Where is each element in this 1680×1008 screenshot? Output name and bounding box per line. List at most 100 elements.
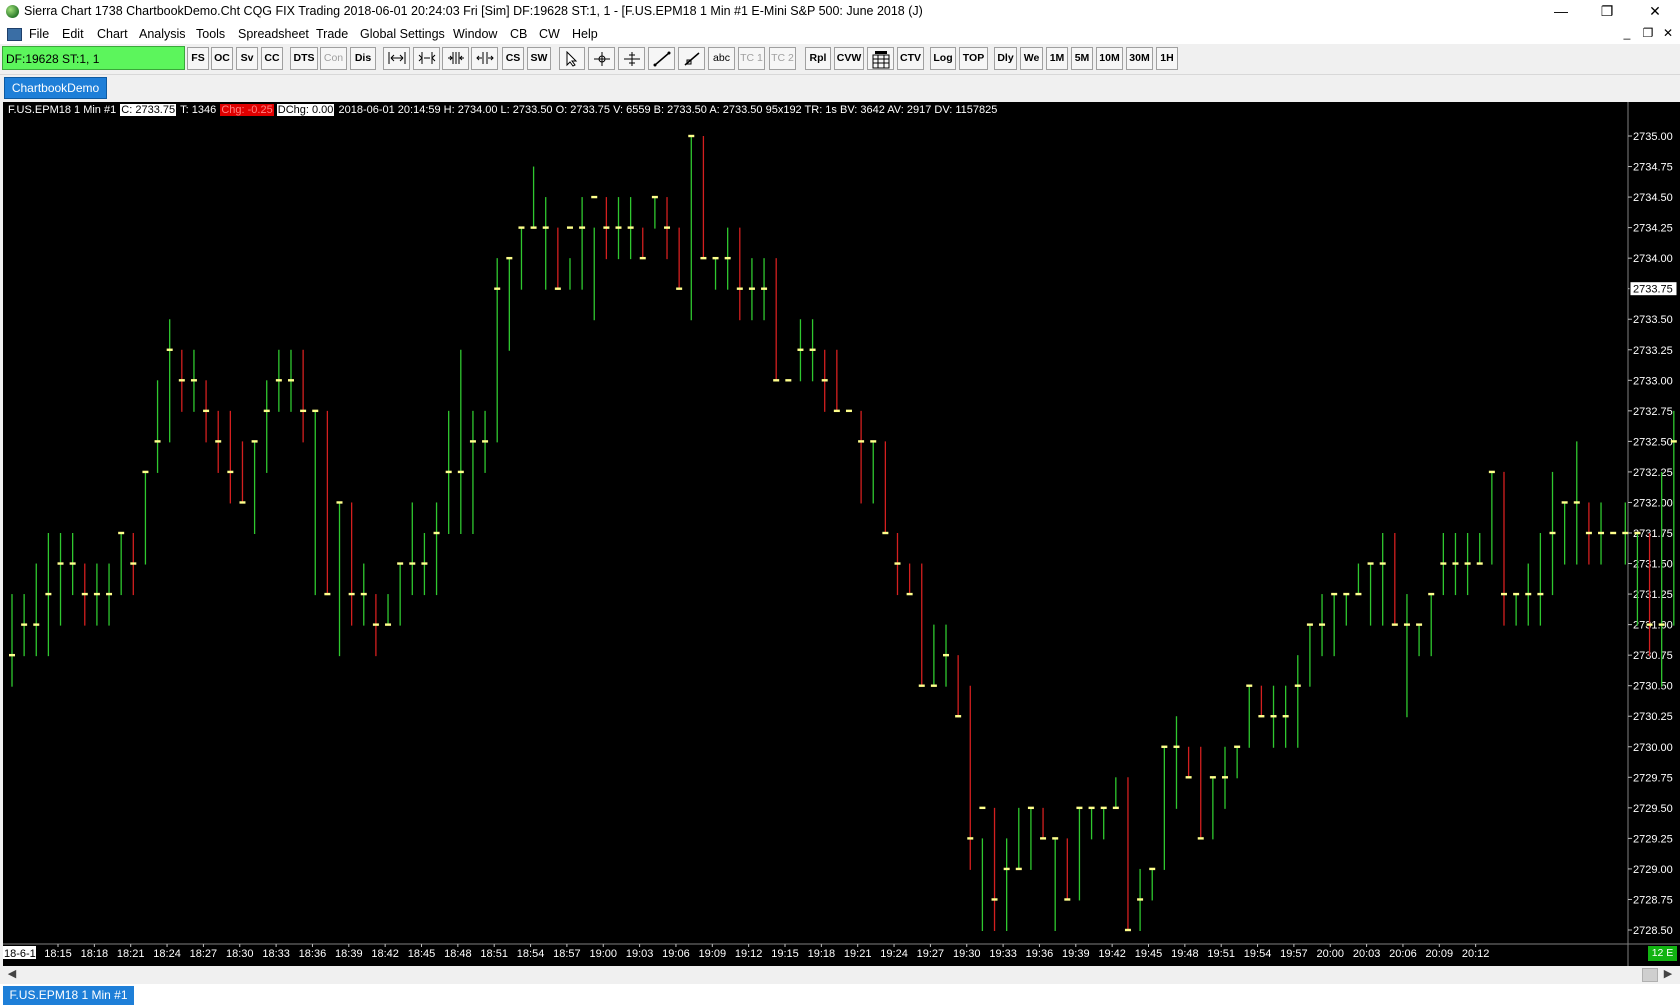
info-close: C: 2733.75 — [120, 104, 177, 116]
bars-count-badge: 12 E — [1648, 946, 1677, 961]
x-tick-label: 18:24 — [153, 948, 181, 960]
dis-button[interactable]: Dis — [350, 47, 376, 70]
menu-analysis[interactable]: Analysis — [139, 27, 186, 41]
1m-button[interactable]: 1M — [1046, 47, 1068, 70]
menu-chart[interactable]: Chart — [97, 27, 128, 41]
fs-button[interactable]: FS — [187, 47, 209, 70]
tc2-button[interactable]: TC 2 — [769, 47, 796, 70]
chart-window-icon[interactable] — [7, 28, 22, 41]
menu-tools[interactable]: Tools — [196, 27, 225, 41]
y-tick-label: 2733.50 — [1633, 314, 1673, 326]
x-tick-label: 18:18 — [81, 948, 109, 960]
x-tick-label: 18:39 — [335, 948, 363, 960]
chart-window-tab[interactable]: F.US.EPM18 1 Min #1 — [3, 986, 134, 1005]
log-button[interactable]: Log — [930, 47, 956, 70]
menu-spreadsheet[interactable]: Spreadsheet — [238, 27, 309, 41]
menu-bar: File Edit Chart Analysis Tools Spreadshe… — [0, 24, 1680, 44]
menu-cb[interactable]: CB — [510, 27, 527, 41]
zoom-in-horizontal-icon[interactable] — [383, 47, 410, 70]
y-tick-label: 2732.75 — [1633, 406, 1673, 418]
x-tick-label: 19:27 — [917, 948, 945, 960]
x-tick-label: 19:48 — [1171, 948, 1199, 960]
x-tick-label: 19:54 — [1244, 948, 1272, 960]
mdi-minimize-button[interactable]: _ — [1619, 26, 1635, 40]
menu-help[interactable]: Help — [572, 27, 598, 41]
x-tick-label: 20:03 — [1353, 948, 1381, 960]
current-price-label: 2733.75 — [1633, 284, 1673, 296]
chart-area[interactable]: 2735.00 2734.75 2734.50 2734.25 2734.00 2733.… — [3, 102, 1680, 966]
x-tick-label: 18:42 — [371, 948, 399, 960]
title-bar: Sierra Chart 1738 ChartbookDemo.Cht CQG … — [0, 0, 1680, 24]
y-tick-label: 2734.25 — [1633, 223, 1673, 235]
minimize-button[interactable]: — — [1538, 0, 1584, 24]
compress-bars-icon[interactable] — [442, 47, 469, 70]
x-tick-label: 18:27 — [190, 948, 218, 960]
mdi-restore-button[interactable]: ❐ — [1640, 26, 1656, 40]
weekly-button[interactable]: We — [1020, 47, 1043, 70]
y-tick-label: 2733.00 — [1633, 375, 1673, 387]
30m-button[interactable]: 30M — [1126, 47, 1153, 70]
y-tick-label: 2734.75 — [1633, 162, 1673, 174]
menu-global-settings[interactable]: Global Settings — [360, 27, 445, 41]
10m-button[interactable]: 10M — [1096, 47, 1123, 70]
con-button[interactable]: Con — [320, 47, 347, 70]
replay-button[interactable]: Rpl — [805, 47, 831, 70]
y-tick-label: 2730.50 — [1633, 681, 1673, 693]
close-button[interactable]: ✕ — [1632, 0, 1678, 24]
menu-file[interactable]: File — [29, 27, 49, 41]
scroll-right-icon[interactable]: ▶ — [1660, 967, 1676, 982]
cc-button[interactable]: CC — [261, 47, 283, 70]
restore-button[interactable]: ❐ — [1584, 0, 1630, 24]
daily-button[interactable]: Dly — [994, 47, 1017, 70]
mdi-close-button[interactable]: ✕ — [1660, 26, 1676, 40]
menu-edit[interactable]: Edit — [62, 27, 84, 41]
scroll-thumb[interactable] — [1642, 968, 1658, 982]
y-tick-label: 2729.25 — [1633, 833, 1673, 845]
chartbook-tab[interactable]: ChartbookDemo — [4, 77, 107, 99]
tc1-button[interactable]: TC 1 — [738, 47, 765, 70]
y-tick-label: 2728.75 — [1633, 894, 1673, 906]
x-tick-label: 19:42 — [1098, 948, 1126, 960]
x-tick-label: 19:21 — [844, 948, 872, 960]
cursor-tool-icon[interactable] — [618, 47, 645, 70]
y-tick-label: 2732.00 — [1633, 497, 1673, 509]
menu-cw[interactable]: CW — [539, 27, 560, 41]
y-tick-label: 2729.00 — [1633, 864, 1673, 876]
5m-button[interactable]: 5M — [1071, 47, 1093, 70]
sv-button[interactable]: Sv — [236, 47, 258, 70]
x-tick-label: 20:12 — [1462, 948, 1490, 960]
pointer-tool-icon[interactable] — [559, 47, 585, 70]
1h-button[interactable]: 1H — [1156, 47, 1178, 70]
ray-tool-icon[interactable] — [678, 47, 705, 70]
zoom-out-horizontal-icon[interactable] — [413, 47, 440, 70]
expand-bars-icon[interactable] — [471, 47, 498, 70]
oc-button[interactable]: OC — [211, 47, 233, 70]
price-chart[interactable]: 2735.00 2734.75 2734.50 2734.25 2734.00 2733.… — [3, 102, 1680, 966]
dts-button[interactable]: DTS — [290, 47, 318, 70]
text-tool-button[interactable]: abc — [708, 47, 735, 70]
trade-dom-icon[interactable] — [867, 47, 894, 70]
scroll-left-icon[interactable]: ◀ — [4, 967, 20, 982]
x-tick-label: 18:51 — [480, 948, 508, 960]
top-button[interactable]: TOP — [959, 47, 988, 70]
y-tick-label: 2734.00 — [1633, 253, 1673, 265]
y-tick-label: 2732.25 — [1633, 467, 1673, 479]
menu-trade[interactable]: Trade — [316, 27, 348, 41]
y-tick-label: 2731.50 — [1633, 559, 1673, 571]
ctv-button[interactable]: CTV — [897, 47, 924, 70]
cvw-button[interactable]: CVW — [834, 47, 864, 70]
info-symbol: F.US.EPM18 1 Min #1 — [8, 104, 117, 116]
menu-window[interactable]: Window — [453, 27, 497, 41]
crosshair-tool-icon[interactable] — [588, 47, 615, 70]
x-tick-label: 19:33 — [989, 948, 1017, 960]
y-tick-label: 2734.50 — [1633, 192, 1673, 204]
toolbar: DF:19628 ST:1, 1 FS OC Sv CC DTS Con Dis… — [0, 44, 1680, 75]
sw-button[interactable]: SW — [527, 47, 551, 70]
x-tick-label: 19:00 — [589, 948, 617, 960]
y-tick-label: 2731.00 — [1633, 620, 1673, 632]
horizontal-scrollbar[interactable]: ◀ ▶ — [3, 966, 1677, 983]
x-tick-label: 18:57 — [553, 948, 581, 960]
cs-button[interactable]: CS — [502, 47, 524, 70]
chart-tabs-bar: F.US.EPM18 1 Min #1 — [0, 984, 1680, 1008]
line-tool-icon[interactable] — [648, 47, 675, 70]
